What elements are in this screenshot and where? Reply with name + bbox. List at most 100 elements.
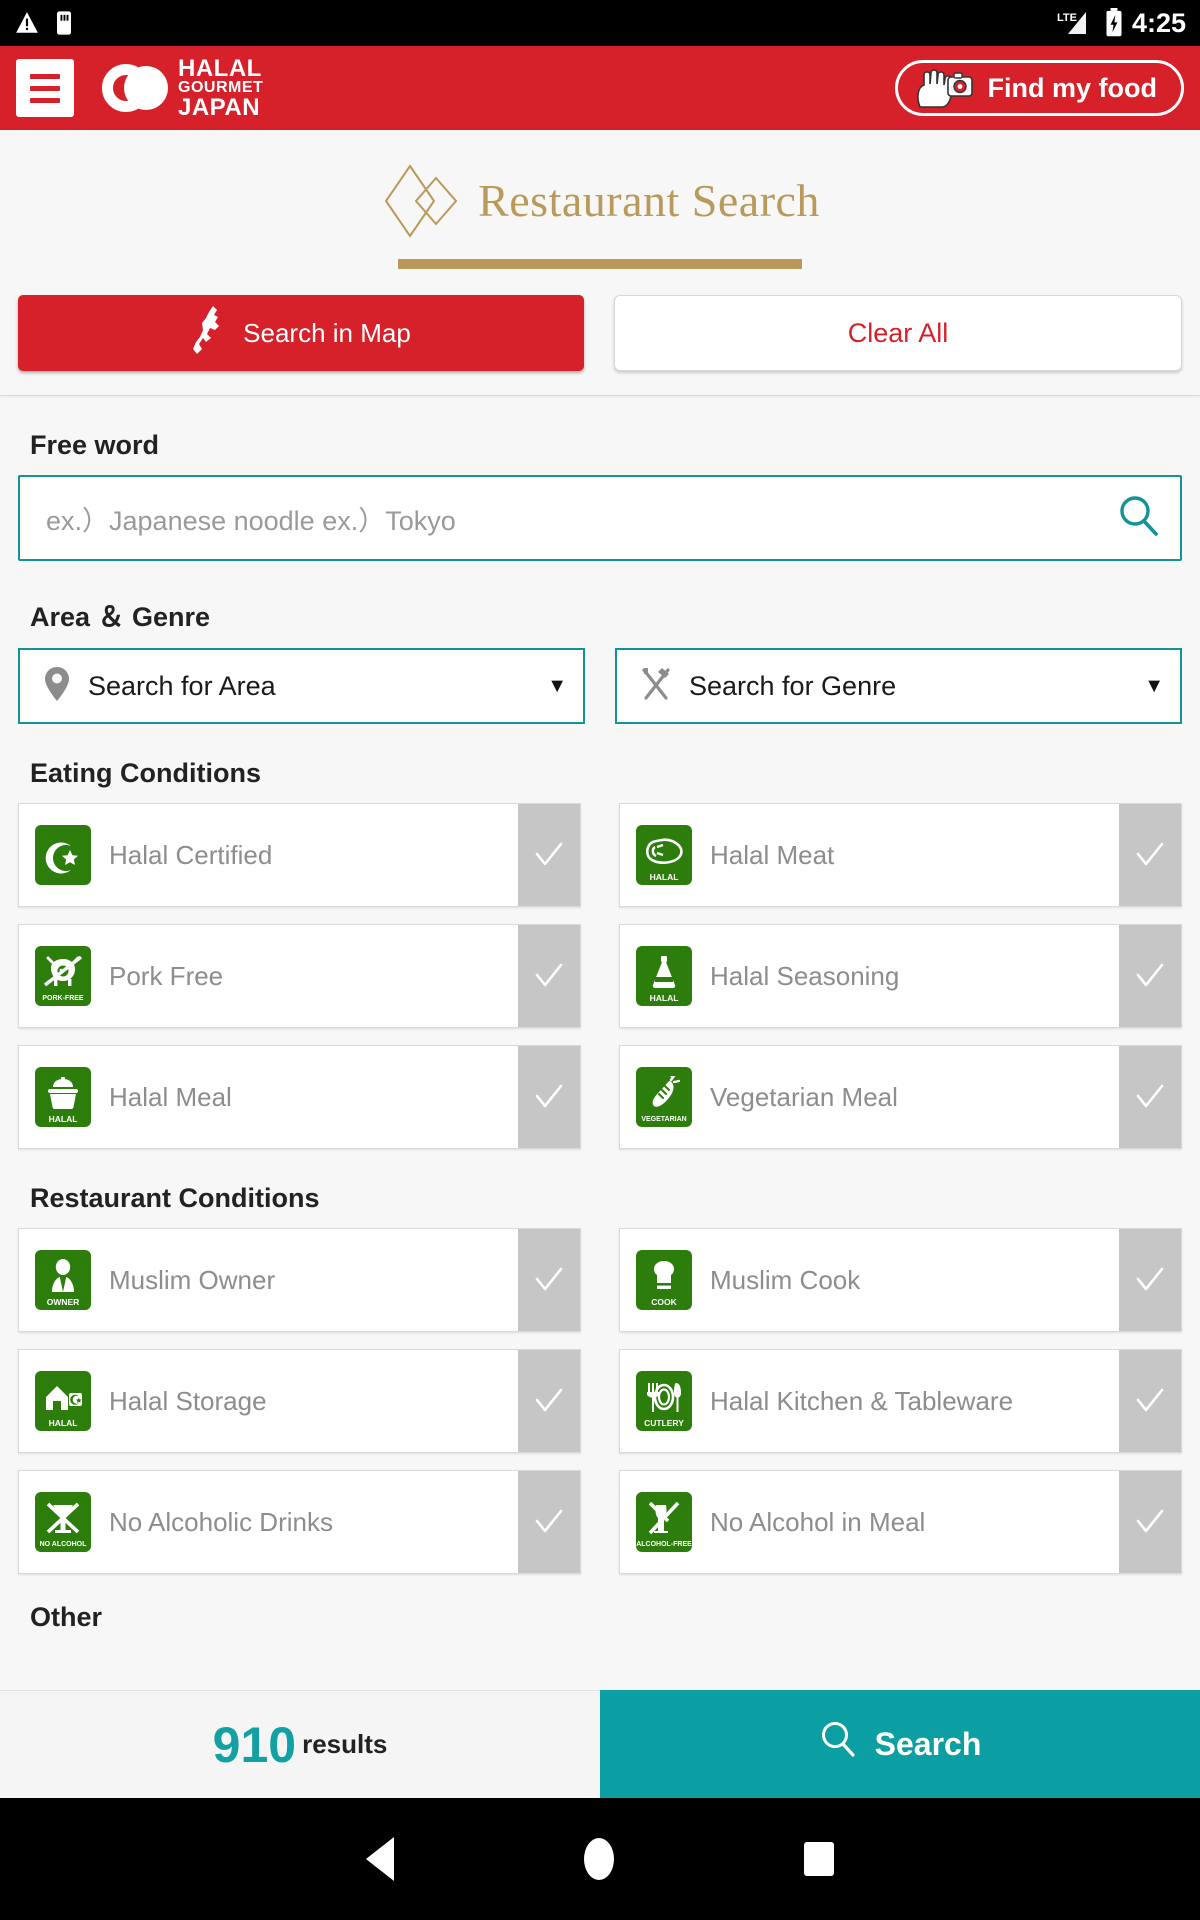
- badge-caption: VEGETARIAN: [641, 1116, 687, 1123]
- badge-caption: CUTLERY: [644, 1417, 684, 1428]
- condition-label: Halal Certified: [109, 839, 273, 870]
- condition-checkbox[interactable]: [518, 1046, 580, 1148]
- area-select-value: Search for Area: [88, 670, 276, 701]
- area-genre-selects: Search for Area ▼ Search for Genre ▼: [18, 648, 1182, 724]
- badge-caption: ALCOHOL-FREE: [636, 1541, 692, 1548]
- halal-cutlery-icon-glyph: [636, 1376, 692, 1419]
- no-alcohol-icon: NO ALCOHOL: [35, 1492, 91, 1552]
- condition-row[interactable]: VEGETARIAN Vegetarian Meal: [619, 1045, 1182, 1149]
- free-word-placeholder: ex.）Japanese noodle ex.）Tokyo: [46, 505, 456, 536]
- results-count-value: 910: [212, 1716, 297, 1773]
- badge-caption: HALAL: [48, 1113, 78, 1124]
- halal-gourmet-japan-mark-icon: [102, 63, 168, 112]
- condition-row[interactable]: PORK-FREE Pork Free: [18, 924, 581, 1028]
- search-icon[interactable]: [1116, 493, 1162, 544]
- bottom-action-bar: 910 results Search: [0, 1690, 1200, 1798]
- home-circle-icon[interactable]: [584, 1838, 614, 1880]
- condition-row[interactable]: HALAL Halal Seasoning: [619, 924, 1182, 1028]
- search-in-map-label: Search in Map: [243, 317, 411, 348]
- condition-label: Muslim Cook: [710, 1264, 861, 1295]
- alcohol-free-icon-glyph: [636, 1497, 692, 1541]
- halal-meal-icon: HALAL: [35, 1067, 91, 1127]
- condition-checkbox[interactable]: [518, 804, 580, 906]
- condition-row-content[interactable]: CUTLERY Halal Kitchen & Tableware: [620, 1350, 1119, 1452]
- chevron-down-icon: ▼: [1144, 674, 1164, 697]
- pork-free-icon: PORK-FREE: [35, 946, 91, 1006]
- free-word-section-label: Free word: [30, 430, 160, 460]
- free-word-field[interactable]: ex.）Japanese noodle ex.）Tokyo: [18, 475, 1182, 561]
- condition-row-content[interactable]: COOK Muslim Cook: [620, 1229, 1119, 1331]
- recent-square-icon[interactable]: [804, 1842, 834, 1876]
- condition-checkbox[interactable]: [518, 1471, 580, 1573]
- pork-free-icon-glyph: [35, 951, 91, 995]
- fork-knife-icon: [639, 665, 673, 708]
- condition-checkbox[interactable]: [518, 1350, 580, 1452]
- condition-row[interactable]: CUTLERY Halal Kitchen & Tableware: [619, 1349, 1182, 1453]
- badge-caption: COOK: [651, 1296, 677, 1307]
- condition-checkbox[interactable]: [1119, 1471, 1181, 1573]
- search-button[interactable]: Search: [600, 1690, 1200, 1798]
- clear-all-button[interactable]: Clear All: [614, 295, 1182, 371]
- halal-meal-icon-glyph: [35, 1072, 91, 1115]
- condition-row[interactable]: HALAL Halal Storage: [18, 1349, 581, 1453]
- search-form: Free word ex.）Japanese noodle ex.）Tokyo …: [0, 430, 1200, 1633]
- brand-line-halal: HALAL: [178, 54, 262, 82]
- condition-checkbox[interactable]: [1119, 925, 1181, 1027]
- search-button-label: Search: [874, 1725, 982, 1762]
- condition-checkbox[interactable]: [1119, 1046, 1181, 1148]
- other-section-label: Other: [30, 1602, 103, 1632]
- condition-label: No Alcohol in Meal: [710, 1506, 926, 1537]
- restaurant-conditions-grid: OWNER Muslim Owner COOK Muslim Cook HALAL Hal…: [18, 1228, 1182, 1574]
- double-diamond-icon: [380, 164, 472, 238]
- muslim-owner-icon-glyph: [35, 1255, 91, 1298]
- chevron-down-icon: ▼: [547, 674, 567, 697]
- condition-checkbox[interactable]: [518, 1229, 580, 1331]
- brand-logo[interactable]: HALAL GOURMET JAPAN: [102, 54, 263, 120]
- condition-row[interactable]: ALCOHOL-FREE No Alcohol in Meal: [619, 1470, 1182, 1574]
- app-screen: LTE 4:25 HALAL GOURMET JAPAN Find my foo…: [0, 0, 1200, 1920]
- badge-caption: HALAL: [649, 992, 679, 1003]
- condition-row-content[interactable]: PORK-FREE Pork Free: [19, 925, 518, 1027]
- status-left-icons: [14, 9, 74, 37]
- back-triangle-icon[interactable]: [366, 1837, 394, 1881]
- condition-checkbox[interactable]: [1119, 1350, 1181, 1452]
- condition-label: No Alcoholic Drinks: [109, 1506, 333, 1537]
- condition-checkbox[interactable]: [518, 925, 580, 1027]
- badge-caption: NO ALCOHOL: [39, 1541, 87, 1548]
- condition-label: Vegetarian Meal: [710, 1081, 898, 1112]
- page-title: Restaurant Search: [478, 175, 820, 226]
- condition-row-content[interactable]: VEGETARIAN Vegetarian Meal: [620, 1046, 1119, 1148]
- condition-checkbox[interactable]: [1119, 804, 1181, 906]
- condition-row-content[interactable]: HALAL Halal Meal: [19, 1046, 518, 1148]
- condition-row-content[interactable]: ALCOHOL-FREE No Alcohol in Meal: [620, 1471, 1119, 1573]
- condition-row[interactable]: Halal Certified: [18, 803, 581, 907]
- hamburger-menu-icon[interactable]: [16, 59, 74, 117]
- condition-row-content[interactable]: NO ALCOHOL No Alcoholic Drinks: [19, 1471, 518, 1573]
- search-icon: [819, 1720, 857, 1768]
- condition-row-content[interactable]: HALAL Halal Meat: [620, 804, 1119, 906]
- area-select[interactable]: Search for Area ▼: [18, 648, 585, 724]
- badge-caption: OWNER: [46, 1296, 80, 1307]
- condition-row[interactable]: COOK Muslim Cook: [619, 1228, 1182, 1332]
- condition-row[interactable]: HALAL Halal Meat: [619, 803, 1182, 907]
- condition-row-content[interactable]: OWNER Muslim Owner: [19, 1229, 518, 1331]
- halal-seasoning-icon: HALAL: [636, 946, 692, 1006]
- map-pin-icon: [42, 665, 72, 708]
- halal-storage-icon: HALAL: [35, 1371, 91, 1431]
- top-action-buttons: Search in Map Clear All: [0, 269, 1200, 395]
- find-my-food-button[interactable]: Find my food: [894, 60, 1184, 116]
- condition-row-content[interactable]: HALAL Halal Seasoning: [620, 925, 1119, 1027]
- warning-icon: [14, 10, 40, 36]
- page-title-block: Restaurant Search: [0, 130, 1200, 269]
- search-in-map-button[interactable]: Search in Map: [18, 295, 584, 371]
- condition-row[interactable]: OWNER Muslim Owner: [18, 1228, 581, 1332]
- condition-row-content[interactable]: Halal Certified: [19, 804, 518, 906]
- condition-row[interactable]: HALAL Halal Meal: [18, 1045, 581, 1149]
- condition-row-content[interactable]: HALAL Halal Storage: [19, 1350, 518, 1452]
- condition-label: Halal Storage: [109, 1385, 267, 1416]
- genre-select[interactable]: Search for Genre ▼: [615, 648, 1182, 724]
- condition-row[interactable]: NO ALCOHOL No Alcoholic Drinks: [18, 1470, 581, 1574]
- condition-checkbox[interactable]: [1119, 1229, 1181, 1331]
- results-count-label: results: [302, 1729, 388, 1759]
- signal-icon: LTE: [1056, 8, 1096, 38]
